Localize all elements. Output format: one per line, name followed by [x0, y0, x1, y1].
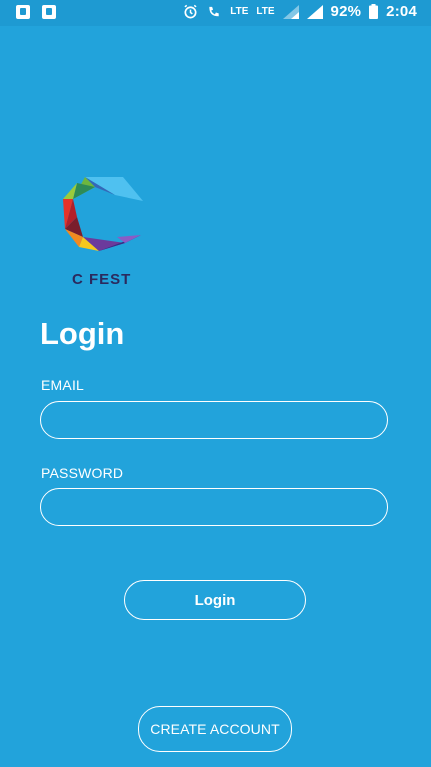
status-right: LTE LTE 92% 2:04	[183, 3, 417, 20]
status-left	[16, 5, 56, 19]
signal-full-icon	[306, 4, 323, 19]
clock-time: 2:04	[386, 3, 417, 20]
status-bar: LTE LTE 92% 2:04	[0, 0, 431, 26]
password-field[interactable]	[40, 488, 388, 526]
battery-icon	[369, 4, 379, 19]
alarm-icon	[184, 4, 197, 19]
brand-name: C FEST	[72, 271, 132, 288]
volte-call-icon	[209, 6, 219, 17]
gallery-notification-icon	[42, 5, 56, 19]
login-button[interactable]: Login	[124, 580, 306, 620]
email-field[interactable]	[40, 401, 388, 439]
battery-percent: 92%	[330, 3, 362, 20]
page-title: Login	[40, 316, 125, 351]
email-label: EMAIL	[41, 377, 85, 393]
signal-weak-icon	[282, 4, 299, 19]
password-label: PASSWORD	[41, 465, 124, 481]
network-type-2: LTE	[256, 6, 275, 17]
create-account-button[interactable]: CREATE ACCOUNT	[138, 706, 292, 752]
phone-notification-icon	[16, 5, 30, 19]
network-type-1: LTE	[230, 6, 249, 17]
cfest-logo-icon	[63, 177, 143, 251]
